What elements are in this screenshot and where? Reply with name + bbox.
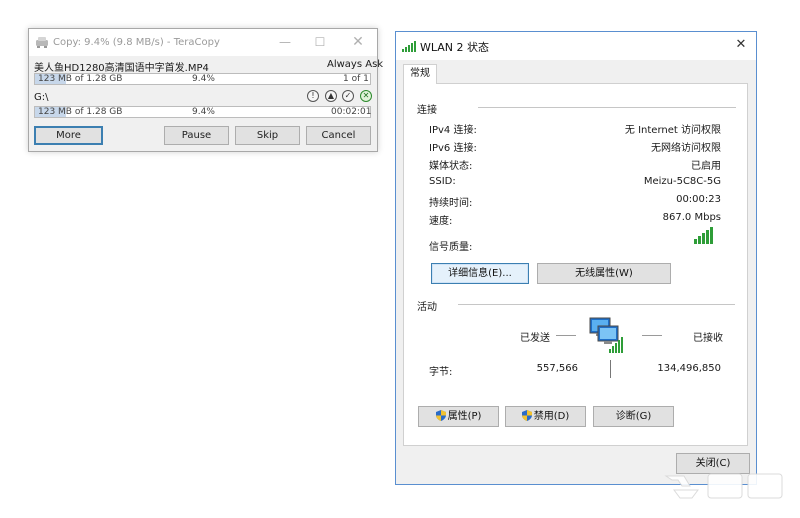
media-state-label: 媒体状态: [429, 161, 473, 172]
copy-app-icon [35, 35, 49, 52]
total-progress-percent: 9.4% [192, 107, 215, 117]
tab-general[interactable]: 常规 [403, 64, 437, 84]
bytes-label: 字节: [429, 367, 453, 378]
close-icon[interactable]: ✕ [733, 37, 749, 53]
media-state-value: 已启用 [691, 161, 721, 172]
file-progress-sizes: 123 MB of 1.28 GB [38, 74, 123, 84]
properties-button[interactable]: 属性(P) [418, 406, 499, 427]
signal-bar [698, 236, 701, 244]
ssid-value: Meizu-5C8C-5G [643, 176, 721, 187]
disable-button[interactable]: 禁用(D) [505, 406, 586, 427]
ipv4-value: 无 Internet 访问权限 [624, 125, 721, 136]
check-icon[interactable]: ✓ [342, 90, 354, 102]
file-progress-bar: 123 MB of 1.28 GB 9.4% 1 of 1 [34, 73, 371, 85]
ipv4-label: IPv4 连接: [429, 125, 477, 136]
received-label: 已接收 [693, 333, 723, 344]
wlan-titlebar: WLAN 2 状态 ✕ [396, 32, 756, 60]
activity-header: 活动 [417, 302, 437, 313]
diagnose-button[interactable]: 诊断(G) [593, 406, 674, 427]
received-dash [642, 335, 662, 336]
close-button[interactable]: ✕ [347, 34, 369, 50]
shield-icon [521, 410, 532, 421]
window-title: Copy: 9.4% (9.8 MB/s) - TeraCopy [53, 37, 220, 48]
check-green-icon[interactable]: ✕ [360, 90, 372, 102]
cancel-button[interactable]: Cancel [306, 126, 371, 145]
pause-button[interactable]: Pause [164, 126, 229, 145]
connection-header: 连接 [417, 105, 437, 116]
signal-bar [694, 239, 697, 244]
speed-value: 867.0 Mbps [662, 212, 721, 223]
ssid-label: SSID: [429, 176, 456, 187]
speed-label: 速度: [429, 216, 453, 227]
overwrite-mode[interactable]: Always Ask [327, 59, 383, 70]
total-progress-sizes: 123 MB of 1.28 GB [38, 107, 123, 117]
teracopy-window: Copy: 9.4% (9.8 MB/s) - TeraCopy — ☐ ✕ 美… [28, 28, 383, 152]
info-icon[interactable]: ! [307, 90, 319, 102]
up-icon[interactable]: ▲ [325, 90, 337, 102]
shield-icon [435, 410, 446, 421]
minimize-button[interactable]: — [274, 34, 296, 50]
window-title: WLAN 2 状态 [420, 41, 490, 54]
connection-divider [478, 107, 736, 108]
destination-path: G:\ [34, 92, 49, 103]
bytes-received: 134,496,850 [657, 363, 721, 374]
file-progress-percent: 9.4% [192, 74, 215, 84]
signal-bar [706, 230, 709, 244]
bytes-sent: 557,566 [536, 363, 578, 374]
wlan-status-window: WLAN 2 状态 ✕ 常规 连接 IPv4 连接: 无 Internet 访问… [395, 31, 757, 485]
properties-button-label: 属性(P) [447, 411, 482, 422]
more-button[interactable]: More [34, 126, 103, 145]
sent-label: 已发送 [520, 333, 550, 344]
signal-bar [710, 227, 713, 244]
file-count: 1 of 1 [343, 74, 369, 84]
duration-label: 持续时间: [429, 198, 473, 209]
signal-quality-label: 信号质量: [429, 242, 473, 253]
total-progress-bar: 123 MB of 1.28 GB 9.4% 00:02:01 [34, 106, 371, 118]
general-panel: 连接 IPv4 连接: 无 Internet 访问权限 IPv6 连接: 无网络… [403, 83, 748, 446]
maximize-button[interactable]: ☐ [309, 34, 331, 50]
details-button[interactable]: 详细信息(E)... [431, 263, 529, 284]
bytes-separator [610, 360, 611, 378]
network-computers-icon [585, 314, 627, 357]
sent-dash [556, 335, 576, 336]
ipv6-label: IPv6 连接: [429, 143, 477, 154]
skip-button[interactable]: Skip [235, 126, 300, 145]
file-name: 美人鱼HD1280高清国语中字首发.MP4 [34, 63, 209, 74]
activity-divider [458, 304, 735, 305]
teracopy-titlebar: Copy: 9.4% (9.8 MB/s) - TeraCopy — ☐ ✕ [29, 29, 377, 56]
duration-value: 00:00:23 [676, 194, 721, 205]
signal-bar [702, 233, 705, 244]
wifi-signal-icon [402, 40, 416, 55]
ipv6-value: 无网络访问权限 [651, 143, 721, 154]
wireless-properties-button[interactable]: 无线属性(W) [537, 263, 671, 284]
watermark-logo [660, 466, 792, 504]
signal-strength-icon [693, 226, 715, 247]
disable-button-label: 禁用(D) [533, 411, 570, 422]
remaining-time: 00:02:01 [331, 107, 372, 117]
